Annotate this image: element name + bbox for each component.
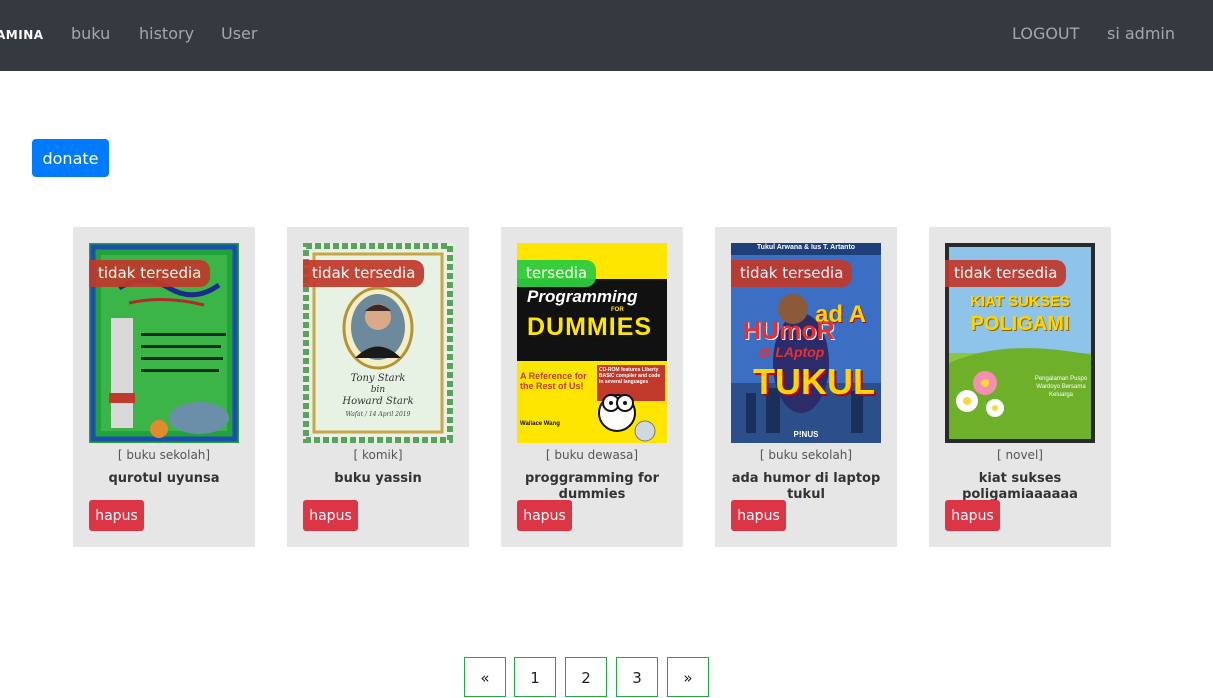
status-badge: tidak tersedia bbox=[89, 260, 211, 287]
cover-text: Howard Stark bbox=[342, 396, 414, 407]
pagination-next[interactable]: » bbox=[667, 657, 709, 697]
user-menu-link[interactable]: si admin bbox=[1107, 24, 1175, 43]
cover-text: bin bbox=[370, 385, 386, 395]
book-card: Tony Stark bin Howard Stark Wafat / 14 A… bbox=[287, 227, 469, 547]
book-title: qurotul uyunsa bbox=[108, 471, 220, 486]
book-card: KIAT SUKSES POLIGAMI Pengalaman Puspo Wa… bbox=[929, 227, 1111, 547]
book-title: buku yassin bbox=[334, 471, 422, 486]
book-title: kiat sukses poligamiaaaaaa bbox=[962, 471, 1078, 501]
pagination-page-2[interactable]: 2 bbox=[565, 657, 607, 697]
delete-button[interactable]: hapus bbox=[517, 500, 572, 531]
book-category: [ buku dewasa] bbox=[545, 448, 639, 462]
nav-link-buku[interactable]: buku bbox=[71, 24, 110, 43]
cover-text: POLIGAMI bbox=[970, 313, 1070, 335]
delete-button[interactable]: hapus bbox=[945, 500, 1000, 531]
cover-text: Pengalaman Puspo Wardoyo Bersama Keluarg… bbox=[1034, 376, 1088, 398]
pagination-page-1[interactable]: 1 bbox=[514, 657, 556, 697]
book-category: [ buku sekolah] bbox=[759, 448, 853, 462]
cover-text: Wallace Wang bbox=[520, 421, 560, 427]
status-badge: tidak tersedia bbox=[945, 260, 1067, 287]
delete-button[interactable]: hapus bbox=[731, 500, 786, 531]
navbar: AMINA buku history User LOGOUT si admin bbox=[0, 0, 1213, 71]
pagination-prev[interactable]: « bbox=[464, 657, 506, 697]
cover-text: HUmoR bbox=[743, 317, 835, 345]
delete-button[interactable]: hapus bbox=[89, 500, 144, 531]
nav-link-user[interactable]: User bbox=[221, 24, 257, 43]
cover-text: A Reference for the Rest of Us! bbox=[520, 371, 587, 391]
cover-text: di LAptop bbox=[759, 344, 825, 360]
delete-button[interactable]: hapus bbox=[303, 500, 358, 531]
status-badge: tidak tersedia bbox=[303, 260, 425, 287]
book-title: proggramming for dummies bbox=[524, 471, 660, 501]
cover-text: TUKUL bbox=[753, 361, 875, 402]
book-category: [ komik] bbox=[353, 448, 403, 462]
book-card: Programming FOR DUMMIES A Reference for … bbox=[501, 227, 683, 547]
book-category: [ buku sekolah] bbox=[117, 448, 211, 462]
book-card: tidak tersedia [ buku sekolah] qurotul u… bbox=[73, 227, 255, 547]
cover-text: KIAT SUKSES bbox=[970, 293, 1070, 310]
cover-text: Wafat / 14 April 2019 bbox=[345, 411, 411, 418]
donate-button[interactable]: donate bbox=[32, 139, 109, 177]
cover-text: DUMMIES bbox=[527, 313, 653, 341]
cover-text: Tony Stark bbox=[350, 373, 406, 384]
cover-text: Tukul Arwana & Ius T. Artanto bbox=[756, 244, 856, 251]
logout-link[interactable]: LOGOUT bbox=[1012, 24, 1079, 43]
nav-link-history[interactable]: history bbox=[139, 24, 194, 43]
book-category: [ novel] bbox=[997, 448, 1043, 462]
brand-logo[interactable]: AMINA bbox=[0, 28, 44, 42]
cover-text: Programming bbox=[527, 287, 638, 306]
cover-text: P!NUS bbox=[793, 430, 819, 439]
status-badge: tidak tersedia bbox=[731, 260, 853, 287]
cover-text: CD-ROM features Liberty BASIC compiler a… bbox=[599, 367, 661, 385]
book-title: ada humor di laptop tukul bbox=[731, 471, 881, 501]
status-badge: tersedia bbox=[517, 260, 597, 287]
book-card: Tukul Arwana & Ius T. Artanto ad A HUmoR… bbox=[715, 227, 897, 547]
pagination-page-3[interactable]: 3 bbox=[616, 657, 658, 697]
